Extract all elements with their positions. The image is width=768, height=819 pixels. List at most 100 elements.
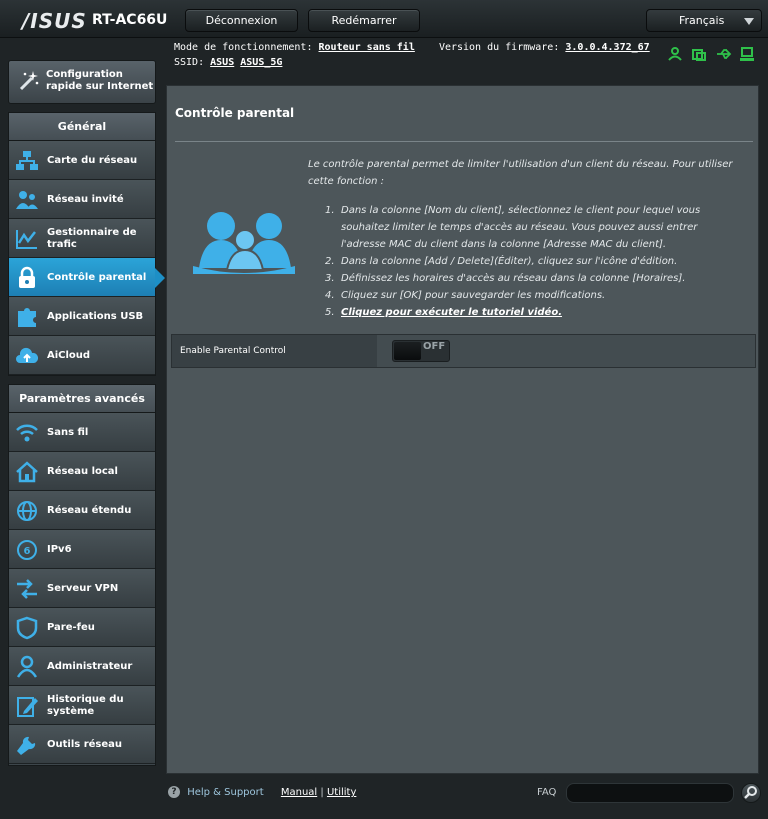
brand-logo: /ISUS (22, 9, 87, 33)
parental-control-toggle[interactable]: OFF (392, 340, 450, 362)
list-item: 2. Dans la colonne [Add / Delete](Éditer)… (325, 256, 678, 267)
system-log-icon (15, 694, 39, 718)
lan-icon (15, 460, 39, 484)
language-value: Français (679, 14, 725, 27)
sidebar-item-label: Contrôle parental (47, 271, 147, 283)
sidebar-item-administrator[interactable]: Administrateur (9, 647, 155, 686)
router-model: RT-AC66U (92, 12, 168, 28)
sidebar-item-label: Administrateur (47, 660, 133, 672)
main-panel: Contrôle parental Le contrôle parental p… (166, 85, 759, 774)
instruction-list: 1. Dans la colonne [Nom du client], sélec… (325, 202, 725, 321)
mode-link[interactable]: Routeur sans fil (319, 42, 415, 53)
wan-icon (15, 499, 39, 523)
sidebar-item-system-log[interactable]: Historique du système (9, 686, 155, 725)
network-tools-icon (15, 733, 39, 757)
ssid-link-1[interactable]: ASUS (210, 57, 234, 68)
mode-label: Mode de fonctionnement: (174, 42, 313, 53)
client-status-icon[interactable] (668, 46, 684, 61)
svg-text:6: 6 (24, 546, 31, 557)
manual-link[interactable]: Manual (281, 787, 317, 798)
video-tutorial-link[interactable]: Cliquez pour exécuter le tutoriel vidéo. (341, 307, 562, 318)
advanced-menu: Paramètres avancés Sans fil Réseau local… (8, 384, 156, 766)
list-item: 3. Définissez les horaires d'accès au rés… (325, 273, 686, 284)
sidebar-item-label: Gestionnaire de trafic (47, 226, 137, 250)
sidebar-item-network-map[interactable]: Carte du réseau (9, 141, 155, 180)
vpn-icon (15, 577, 39, 601)
ssid-info: SSID: ASUS ASUS_5G (174, 57, 282, 68)
quick-setup-label: Configuration rapide sur Internet (46, 69, 154, 92)
administrator-icon (15, 655, 39, 679)
sidebar-item-label: Outils réseau (47, 738, 123, 750)
printer-status-icon[interactable] (692, 46, 708, 61)
sidebar-item-label: Historique du système (47, 693, 124, 717)
top-bar: /ISUS RT-AC66U Déconnexion Redémarrer Fr… (0, 0, 768, 38)
sidebar-item-label: Sans fil (47, 426, 89, 438)
general-menu-title: Général (9, 113, 155, 141)
internet-status-icon[interactable] (740, 46, 756, 61)
sidebar-item-wan[interactable]: Réseau étendu (9, 491, 155, 530)
toggle-knob (394, 342, 421, 360)
logout-button[interactable]: Déconnexion (185, 9, 298, 32)
footer-links: ? Help & Support Manual | Utility (168, 786, 356, 798)
status-icons (668, 46, 756, 61)
sidebar-item-parental-control[interactable]: Contrôle parental (9, 258, 165, 297)
wireless-icon (15, 421, 39, 445)
sidebar-item-label: Réseau local (47, 465, 118, 477)
firewall-icon (15, 616, 39, 640)
sidebar-item-aicloud[interactable]: AiCloud (9, 336, 155, 375)
general-menu: Général Carte du réseau Réseau invité Ge… (8, 112, 165, 376)
enable-parental-control-label: Enable Parental Control (172, 335, 377, 367)
list-item: 1. Dans la colonne [Nom du client], sélec… (325, 205, 701, 250)
magic-wand-icon (17, 69, 41, 93)
sidebar-item-traffic-manager[interactable]: Gestionnaire de trafic (9, 219, 155, 258)
list-item: 4. Cliquez sur [OK] pour sauvegarder les … (325, 290, 606, 301)
operation-info: Mode de fonctionnement: Routeur sans fil… (174, 42, 650, 53)
ipv6-icon: 6 (15, 538, 39, 562)
parental-control-setting-row: Enable Parental Control OFF (171, 334, 756, 368)
firmware-link[interactable]: 3.0.0.4.372_67 (565, 42, 649, 53)
usb-status-icon[interactable] (716, 46, 732, 60)
language-select[interactable]: Français (646, 9, 762, 32)
aicloud-icon (15, 344, 39, 368)
quick-internet-setup-button[interactable]: Configuration rapide sur Internet (8, 60, 156, 104)
faq-label: FAQ (537, 787, 557, 798)
sidebar-item-vpn-server[interactable]: Serveur VPN (9, 569, 155, 608)
sidebar-item-label: AiCloud (47, 349, 91, 361)
network-map-icon (15, 149, 39, 173)
sidebar-item-label: Pare-feu (47, 621, 95, 633)
sidebar-item-usb-apps[interactable]: Applications USB (9, 297, 155, 336)
sidebar-item-ipv6[interactable]: 6 IPv6 (9, 530, 155, 569)
toggle-state-text: OFF (423, 341, 446, 352)
sidebar-item-wireless[interactable]: Sans fil (9, 413, 155, 452)
help-icon: ? (168, 786, 180, 798)
footer-separator: | (320, 787, 324, 798)
traffic-manager-icon (15, 227, 39, 251)
parental-control-icon (15, 266, 39, 290)
utility-link[interactable]: Utility (327, 787, 356, 798)
family-icon (191, 204, 297, 276)
ssid-link-2[interactable]: ASUS_5G (240, 57, 282, 68)
sidebar-item-label: Serveur VPN (47, 582, 119, 594)
sidebar-item-network-tools[interactable]: Outils réseau (9, 725, 155, 764)
sidebar-item-label: Carte du réseau (47, 154, 138, 166)
sidebar-item-lan[interactable]: Réseau local (9, 452, 155, 491)
sidebar-item-label: Réseau invité (47, 193, 124, 205)
guest-network-icon (15, 188, 39, 212)
sidebar-item-label: Applications USB (47, 310, 144, 322)
sidebar-item-guest-network[interactable]: Réseau invité (9, 180, 155, 219)
chevron-down-icon (744, 18, 754, 25)
search-icon (744, 786, 757, 799)
page-title: Contrôle parental (175, 106, 295, 120)
list-item: 5. Cliquez pour exécuter le tutoriel vidé… (325, 307, 563, 318)
search-button[interactable] (741, 783, 761, 803)
title-divider (175, 141, 753, 142)
reboot-button[interactable]: Redémarrer (308, 9, 420, 32)
intro-text: Le contrôle parental permet de limiter l… (308, 159, 733, 187)
firmware-label: Version du firmware: (438, 42, 560, 53)
sidebar-item-firewall[interactable]: Pare-feu (9, 608, 155, 647)
usb-apps-icon (15, 305, 39, 329)
ssid-label: SSID: (174, 57, 205, 68)
sidebar-item-label: IPv6 (47, 543, 72, 555)
faq-search-input[interactable] (566, 783, 734, 803)
sidebar-item-label: Réseau étendu (47, 504, 132, 516)
